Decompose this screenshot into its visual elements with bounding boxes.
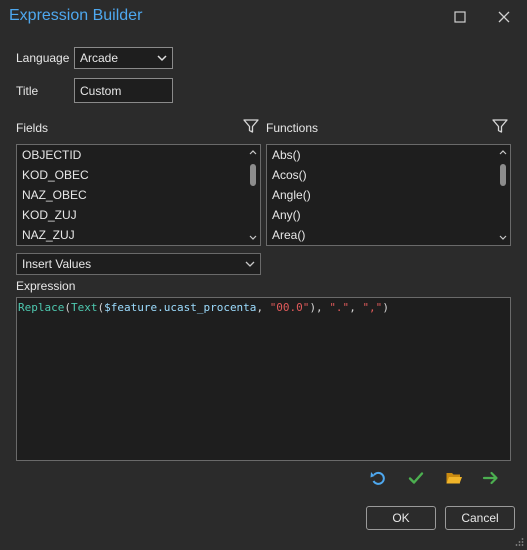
window-title: Expression Builder <box>9 7 143 24</box>
chevron-up-icon[interactable] <box>499 149 507 155</box>
scrollbar-thumb[interactable] <box>250 164 256 186</box>
code-punctuation: ( <box>64 301 71 314</box>
functions-label: Functions <box>266 121 319 135</box>
language-select[interactable]: Arcade <box>74 47 173 69</box>
list-item[interactable]: OBJECTID <box>17 145 246 165</box>
functions-list[interactable]: Abs() Acos() Angle() Any() Area() <box>266 144 511 246</box>
arrow-right-icon <box>482 471 498 485</box>
language-label: Language <box>16 51 70 65</box>
title-value: Custom <box>80 84 122 98</box>
title-label: Title <box>16 84 39 98</box>
code-punctuation: ), <box>309 301 330 314</box>
code-punctuation: , <box>256 301 270 314</box>
chevron-down-icon[interactable] <box>499 235 507 241</box>
expression-code[interactable]: Replace(Text($feature.ucast_procenta, "0… <box>18 301 389 314</box>
chevron-up-icon[interactable] <box>249 149 257 155</box>
square-icon <box>454 11 466 23</box>
filter-icon[interactable] <box>492 118 508 134</box>
code-function: Replace <box>18 301 65 314</box>
code-punctuation: , <box>349 301 363 314</box>
code-punctuation: ) <box>382 301 389 314</box>
code-variable: $feature.ucast_procenta <box>104 301 257 314</box>
title-bar: Expression Builder <box>0 0 527 34</box>
cancel-button[interactable]: Cancel <box>445 506 515 530</box>
expression-editor[interactable]: Replace(Text($feature.ucast_procenta, "0… <box>16 297 511 461</box>
chevron-down-icon[interactable] <box>249 235 257 241</box>
maximize-button[interactable] <box>440 2 480 32</box>
list-item[interactable]: Area() <box>267 225 496 245</box>
list-item[interactable]: Any() <box>267 205 496 225</box>
insert-values-select[interactable]: Insert Values <box>16 253 261 275</box>
code-string: "00.0" <box>269 301 310 314</box>
list-item[interactable]: Angle() <box>267 185 496 205</box>
chevron-down-icon <box>157 55 167 62</box>
undo-button[interactable] <box>367 468 389 488</box>
scrollbar[interactable] <box>496 145 510 245</box>
folder-icon <box>446 473 462 484</box>
language-value: Arcade <box>80 51 119 65</box>
fields-label: Fields <box>16 121 49 135</box>
open-button[interactable] <box>443 468 465 488</box>
list-item[interactable]: NAZ_ZUJ <box>17 225 246 245</box>
resize-grip-icon[interactable] <box>514 537 524 547</box>
scrollbar-thumb[interactable] <box>500 164 506 186</box>
insert-values-label: Insert Values <box>22 257 92 271</box>
list-item[interactable]: KOD_OBEC <box>17 165 246 185</box>
fields-list[interactable]: OBJECTID KOD_OBEC NAZ_OBEC KOD_ZUJ NAZ_Z… <box>16 144 261 246</box>
save-button[interactable] <box>480 468 502 488</box>
chevron-down-icon <box>245 261 255 267</box>
ok-button[interactable]: OK <box>366 506 436 530</box>
list-item[interactable]: Acos() <box>267 165 496 185</box>
undo-icon <box>370 471 385 485</box>
list-item[interactable]: Abs() <box>267 145 496 165</box>
close-icon <box>498 11 510 23</box>
code-function: Text <box>70 301 98 314</box>
expression-label: Expression <box>16 279 76 293</box>
code-string: "," <box>362 301 383 314</box>
verify-button[interactable] <box>405 468 427 488</box>
list-item[interactable]: NAZ_OBEC <box>17 185 246 205</box>
scrollbar[interactable] <box>246 145 260 245</box>
filter-icon[interactable] <box>243 118 259 134</box>
code-string: "." <box>329 301 350 314</box>
title-input[interactable]: Custom <box>74 78 173 103</box>
close-button[interactable] <box>484 2 524 32</box>
check-icon <box>408 472 424 484</box>
list-item[interactable]: KOD_ZUJ <box>17 205 246 225</box>
